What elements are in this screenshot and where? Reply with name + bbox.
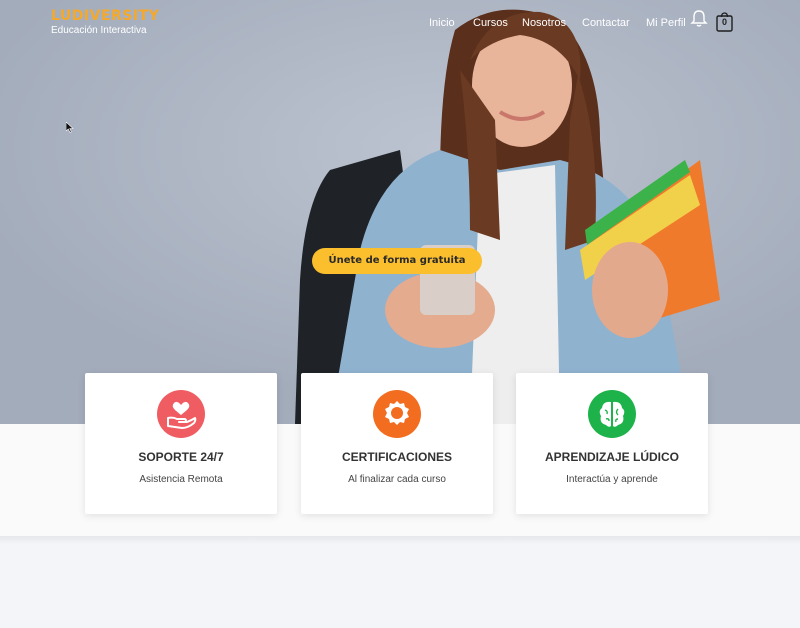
nav-link-inicio[interactable]: Inicio <box>429 16 455 30</box>
feature-title: CERTIFICACIONES <box>341 450 452 464</box>
nav-link-mi-perfil[interactable]: Mi Perfil <box>646 16 686 30</box>
feature-title: SOPORTE 24/7 <box>138 450 224 464</box>
bell-icon[interactable] <box>690 9 708 28</box>
feature-title: APRENDIZAJE LÚDICO <box>544 450 679 464</box>
feature-card-support[interactable]: SOPORTE 24/7 Asistencia Remota <box>85 373 277 514</box>
feature-card-certifications[interactable]: CERTIFICACIONES Al finalizar cada curso <box>301 373 493 514</box>
cart-button[interactable]: 0 <box>716 12 733 32</box>
nav-link-cursos[interactable]: Cursos <box>473 16 508 30</box>
cart-count: 0 <box>721 17 727 27</box>
navbar: LUDIVERSITY Educación Interactiva Inicio… <box>0 0 800 46</box>
heart-hand-icon <box>157 390 205 438</box>
hero-section <box>0 0 800 424</box>
badge-icon <box>373 390 421 438</box>
feature-subtitle: Interactúa y aprende <box>566 474 658 485</box>
brain-icon <box>588 390 636 438</box>
feature-card-playful-learning[interactable]: APRENDIZAJE LÚDICO Interactúa y aprende <box>516 373 708 514</box>
hero-photo <box>0 0 800 424</box>
nav-link-nosotros[interactable]: Nosotros <box>522 16 566 30</box>
section-divider <box>0 536 800 544</box>
feature-subtitle: Al finalizar cada curso <box>348 474 446 485</box>
join-free-button[interactable]: Únete de forma gratuita <box>312 248 482 274</box>
mouse-cursor-icon <box>66 122 74 133</box>
nav-links: Inicio Cursos Nosotros Contactar Mi Perf… <box>0 16 800 30</box>
nav-link-contactar[interactable]: Contactar <box>582 16 630 30</box>
feature-subtitle: Asistencia Remota <box>139 474 223 485</box>
